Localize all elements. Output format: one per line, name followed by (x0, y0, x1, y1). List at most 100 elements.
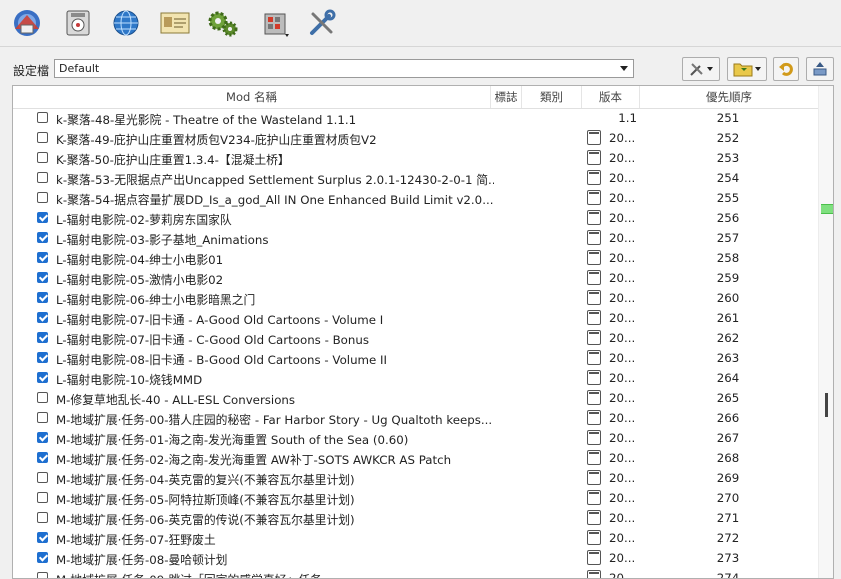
mod-name: L-辐射电影院-07-旧卡通 - A-Good Old Cartoons - V… (56, 313, 384, 327)
mod-enabled-checkbox[interactable] (37, 212, 48, 223)
mod-row[interactable]: L-辐射电影院-06-绅士小电影暗黑之门 20... 260 (13, 288, 818, 308)
mod-version: 20... (609, 271, 636, 285)
scroll-thumb[interactable] (825, 393, 828, 417)
mod-row[interactable]: M-修复草地乱长-40 - ALL-ESL Conversions 20... 26… (13, 388, 818, 408)
calendar-icon (587, 190, 601, 205)
mod-enabled-checkbox[interactable] (37, 532, 48, 543)
mod-enabled-checkbox[interactable] (37, 352, 48, 363)
mod-row[interactable]: M-地域扩展·任务-05-阿特拉斯顶峰(不兼容瓦尔基里计划) 20... 270 (13, 488, 818, 508)
mod-enabled-checkbox[interactable] (37, 312, 48, 323)
mod-enabled-checkbox[interactable] (37, 372, 48, 383)
column-flags[interactable]: 標誌 (491, 86, 522, 108)
open-folder-button[interactable] (727, 57, 767, 81)
column-version[interactable]: 版本 (582, 86, 640, 108)
mod-row[interactable]: L-辐射电影院-05-激情小电影02 20... 259 (13, 268, 818, 288)
column-priority[interactable]: 優先順序 (640, 86, 818, 108)
mod-row[interactable]: M-地域扩展·任务-09-跳过「回家的感觉真好」任务 20... 274 (13, 568, 818, 578)
mod-name: L-辐射电影院-03-影子基地_Animations (56, 233, 269, 247)
mod-name: M-地域扩展·任务-04-英克雷的复兴(不兼容瓦尔基里计划) (56, 473, 355, 487)
calendar-icon (587, 490, 601, 505)
restore-backup-button[interactable] (773, 57, 799, 81)
calendar-icon (587, 150, 601, 165)
calendar-icon (587, 330, 601, 345)
mod-enabled-checkbox[interactable] (37, 232, 48, 243)
mod-row[interactable]: k-聚落-54-据点容量扩展DD_Is_a_god_All IN One Enh… (13, 188, 818, 208)
mod-row[interactable]: L-辐射电影院-03-影子基地_Animations 20... 257 (13, 228, 818, 248)
mod-enabled-checkbox[interactable] (37, 252, 48, 263)
mod-row[interactable]: k-聚落-53-无限据点产出Uncapped Settlement Surplu… (13, 168, 818, 188)
install-disk-icon (66, 10, 90, 36)
mod-row[interactable]: M-地域扩展·任务-04-英克雷的复兴(不兼容瓦尔基里计划) 20... 269 (13, 468, 818, 488)
create-backup-button[interactable] (806, 57, 834, 81)
tools-button[interactable] (305, 6, 339, 40)
account-button[interactable] (158, 6, 192, 40)
mod-name: K-聚落-50-庇护山庄重置1.3.4-【混凝土桥】 (56, 153, 290, 167)
mod-name: M-修复草地乱长-40 - ALL-ESL Conversions (56, 393, 296, 407)
mod-version: 20... (609, 291, 636, 305)
mod-row[interactable]: K-聚落-49-庇护山庄重置材质包V234-庇护山庄重置材质包V2 20... 25… (13, 128, 818, 148)
install-mod-button[interactable] (61, 6, 95, 40)
mod-row[interactable]: K-聚落-50-庇护山庄重置1.3.4-【混凝土桥】 20... 253 (13, 148, 818, 168)
mod-enabled-checkbox[interactable] (37, 292, 48, 303)
mod-version: 20... (609, 231, 636, 245)
calendar-icon (587, 390, 601, 405)
mod-version: 1.1 (618, 111, 637, 125)
profile-select[interactable]: Default (54, 59, 634, 78)
settings-button[interactable] (206, 6, 240, 40)
mod-enabled-checkbox[interactable] (37, 472, 48, 483)
mod-row[interactable]: L-辐射电影院-08-旧卡通 - B-Good Old Cartoons - V… (13, 348, 818, 368)
mod-list: Mod 名稱 標誌 類別 版本 優先順序 k-聚落-48-星光影院 - Thea… (12, 85, 834, 579)
mod-enabled-checkbox[interactable] (37, 392, 48, 403)
mod-priority: 262 (716, 331, 740, 345)
calendar-icon (587, 450, 601, 465)
mod-enabled-checkbox[interactable] (37, 332, 48, 343)
mod-enabled-checkbox[interactable] (37, 172, 48, 183)
mod-row[interactable]: L-辐射电影院-04-绅士小电影01 20... 258 (13, 248, 818, 268)
mod-row[interactable]: M-地域扩展·任务-02-海之南-发光海重置 AW补丁-SOTS AWKCR A… (13, 448, 818, 468)
mod-enabled-checkbox[interactable] (37, 152, 48, 163)
mod-enabled-checkbox[interactable] (37, 192, 48, 203)
mod-name: k-聚落-54-据点容量扩展DD_Is_a_god_All IN One Enh… (56, 193, 494, 207)
calendar-icon (587, 130, 601, 145)
mod-row[interactable]: M-地域扩展·任务-07-狂野废土 20... 272 (13, 528, 818, 548)
mod-enabled-checkbox[interactable] (37, 552, 48, 563)
calendar-icon (587, 410, 601, 425)
mod-row[interactable]: L-辐射电影院-02-萝莉房东国家队 20... 256 (13, 208, 818, 228)
mod-row[interactable]: k-聚落-48-星光影院 - Theatre of the Wasteland … (13, 108, 818, 128)
column-category[interactable]: 類別 (522, 86, 582, 108)
mod-row[interactable]: M-地域扩展·任务-08-曼哈顿计划 20... 273 (13, 548, 818, 568)
folder-icon (733, 63, 753, 77)
column-mod-name[interactable]: Mod 名稱 (13, 86, 491, 108)
mod-name: L-辐射电影院-08-旧卡通 - B-Good Old Cartoons - V… (56, 353, 388, 367)
vertical-scrollbar[interactable] (818, 86, 833, 578)
mod-enabled-checkbox[interactable] (37, 412, 48, 423)
user-profiles-button[interactable] (10, 6, 44, 40)
calendar-icon (587, 510, 601, 525)
mod-priority: 254 (716, 171, 740, 185)
mod-name: M-地域扩展·任务-00-猎人庄园的秘密 - Far Harbor Story … (56, 413, 493, 427)
mod-enabled-checkbox[interactable] (37, 572, 48, 578)
mod-enabled-checkbox[interactable] (37, 512, 48, 523)
mod-enabled-checkbox[interactable] (37, 452, 48, 463)
mod-version: 20... (609, 511, 636, 525)
license-card-icon (160, 12, 190, 34)
mod-name: M-地域扩展·任务-01-海之南-发光海重置 South of the Sea … (56, 433, 409, 447)
mod-row[interactable]: L-辐射电影院-07-旧卡通 - C-Good Old Cartoons - B… (13, 328, 818, 348)
nexus-browser-button[interactable] (109, 6, 143, 40)
mod-row[interactable]: M-地域扩展·任务-01-海之南-发光海重置 South of the Sea … (13, 428, 818, 448)
mod-row[interactable]: M-地域扩展·任务-00-猎人庄园的秘密 - Far Harbor Story … (13, 408, 818, 428)
profile-label: 設定檔 (13, 64, 50, 78)
mod-enabled-checkbox[interactable] (37, 132, 48, 143)
mod-enabled-checkbox[interactable] (37, 272, 48, 283)
mod-enabled-checkbox[interactable] (37, 432, 48, 443)
wand-tools-icon (690, 63, 703, 76)
mod-priority: 265 (716, 391, 740, 405)
mod-enabled-checkbox[interactable] (37, 112, 48, 123)
mod-name: M-地域扩展·任务-07-狂野废土 (56, 533, 216, 547)
mod-enabled-checkbox[interactable] (37, 492, 48, 503)
mod-row[interactable]: L-辐射电影院-10-烧钱MMD 20... 264 (13, 368, 818, 388)
mod-row[interactable]: L-辐射电影院-07-旧卡通 - A-Good Old Cartoons - V… (13, 308, 818, 328)
tools-menu-button[interactable] (256, 6, 296, 40)
mod-row[interactable]: M-地域扩展·任务-06-英克雷的传说(不兼容瓦尔基里计划) 20... 271 (13, 508, 818, 528)
mod-tools-button[interactable] (682, 57, 720, 81)
